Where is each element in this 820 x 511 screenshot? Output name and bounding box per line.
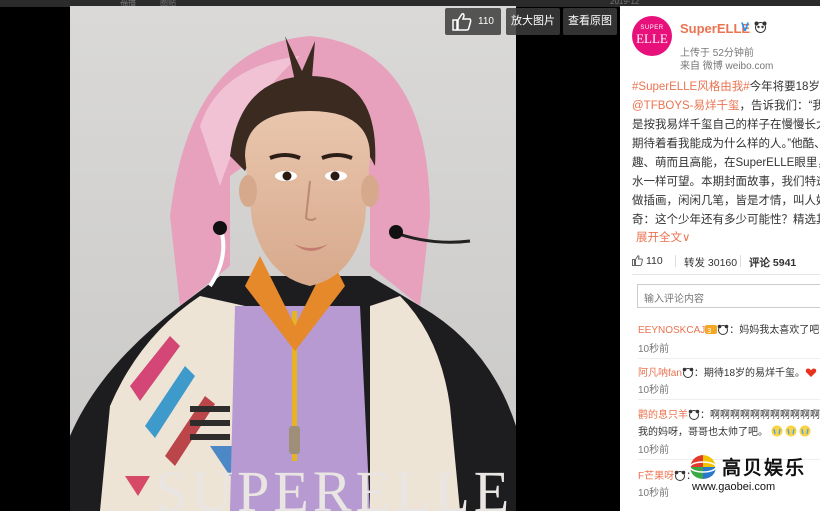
post-line: 今年将要18岁的	[749, 81, 820, 93]
comment-time: 10秒前	[638, 344, 670, 355]
post-side-panel: SUPER ELLE SuperELLE V 上传于 52分钟前 来自 微博 w…	[620, 6, 820, 511]
post-line: 奇：这个少年还有多少可能性？精选其	[632, 214, 820, 226]
comment-text: 我的妈呀，哥哥也太帅了吧。	[638, 427, 768, 438]
comment-user[interactable]: F芒果呀	[638, 471, 674, 482]
post-line: 期待着看我能成为什么样的人。”他酷、	[632, 138, 820, 150]
avatar-text: ELLE	[636, 31, 668, 46]
comment-text: ：期待18岁的易烊千玺。	[693, 368, 806, 379]
comment-text-continued: 我的妈呀，哥哥也太帅了吧。	[638, 423, 815, 438]
stat-divider	[740, 255, 741, 267]
account-name[interactable]: SuperELLE	[680, 21, 750, 36]
thumbs-up-icon	[452, 13, 472, 31]
heart-icon	[805, 368, 817, 377]
post-text: #SuperELLE风格由我#今年将要18岁的 @TFBOYS-易烊千玺，告诉我…	[632, 78, 820, 211]
comment-user[interactable]: 阿凡呐fan	[638, 368, 682, 379]
verified-icon: V	[741, 20, 750, 34]
watermark-url: www.gaobei.com	[692, 481, 776, 493]
like-button[interactable]: 110	[445, 8, 501, 35]
magazine-logo: SUPERELLE	[155, 459, 513, 511]
main-photo: SUPERELLE	[70, 6, 516, 511]
divider	[638, 358, 820, 359]
post-line: 趣、萌而且高能，在SuperELLE眼里，	[632, 157, 820, 169]
post-line: 做插画，闲闲几笔，皆是才情，叫人好	[632, 195, 820, 207]
watermark-text: 高贝娱乐	[722, 457, 807, 479]
panda-icon	[717, 324, 729, 335]
panda-icon	[688, 409, 700, 420]
portrait-illustration: SUPERELLE	[70, 6, 516, 511]
svg-text:3: 3	[707, 327, 711, 335]
divider	[632, 274, 820, 275]
comment-time: 10秒前	[638, 445, 670, 456]
mention-link[interactable]: @TFBOYS-易烊千玺	[632, 100, 740, 112]
zoom-image-button[interactable]: 放大图片	[506, 8, 560, 35]
site-watermark: 高贝娱乐 www.gaobei.com	[688, 453, 812, 493]
watermark-logo-icon	[689, 455, 717, 479]
panda-icon	[682, 367, 694, 378]
image-viewer: 福播 圈贴 2019-12 SUPERELLE 110 放大图片 查看原图 SU…	[0, 0, 820, 511]
view-original-button[interactable]: 查看原图	[563, 8, 617, 35]
expand-full-text-link[interactable]: 展开全文∨	[636, 229, 690, 245]
post-line: 水一样可望。本期封面故事，我们特邀	[632, 176, 820, 188]
like-stat[interactable]: 110	[646, 255, 663, 267]
divider	[638, 399, 820, 400]
comment-item: 鹳的息只羊：啊啊啊啊啊啊啊啊啊啊啊 我的妈呀，哥哥也太帅了吧。 10秒前 回	[638, 406, 820, 456]
comment-stat[interactable]: 评论 5941	[749, 255, 796, 270]
post-line: ，告诉我们：“我	[739, 100, 820, 112]
panda-icon	[674, 470, 686, 481]
comment-item: 阿凡呐fan：期待18岁的易烊千玺。 10秒前 回	[638, 364, 820, 396]
panda-icon	[754, 21, 767, 33]
avatar[interactable]: SUPER ELLE	[632, 16, 672, 56]
comment-item: EEYNOSKCAJ3：妈妈我太喜欢了吧! 10秒前 回	[638, 321, 820, 355]
like-count: 110	[478, 16, 494, 27]
post-line: 是按我易烊千玺自己的样子在慢慢长大	[632, 119, 820, 131]
comment-text: ：妈妈我太喜欢了吧!	[729, 325, 820, 336]
comment-user[interactable]: 鹳的息只羊	[638, 410, 688, 421]
like-icon[interactable]	[632, 255, 643, 266]
comment-time: 10秒前	[638, 488, 670, 499]
crown-badge-icon: 3	[705, 325, 718, 335]
crying-emoji-icon	[771, 425, 811, 437]
comment-input[interactable]: 输入评论内容	[637, 284, 820, 308]
repost-stat[interactable]: 转发 30160	[684, 255, 737, 270]
comment-text: ：啊啊啊啊啊啊啊啊啊啊啊	[700, 410, 820, 421]
post-stats-bar: 110 转发 30160 评论 5941	[632, 249, 820, 273]
stat-divider	[675, 255, 676, 267]
post-source: 来自 微博 weibo.com	[680, 61, 774, 72]
comment-time: 10秒前	[638, 385, 670, 396]
comment-user[interactable]: EEYNOSKCAJ	[638, 325, 705, 336]
hashtag-link[interactable]: #SuperELLE风格由我#	[632, 81, 750, 93]
